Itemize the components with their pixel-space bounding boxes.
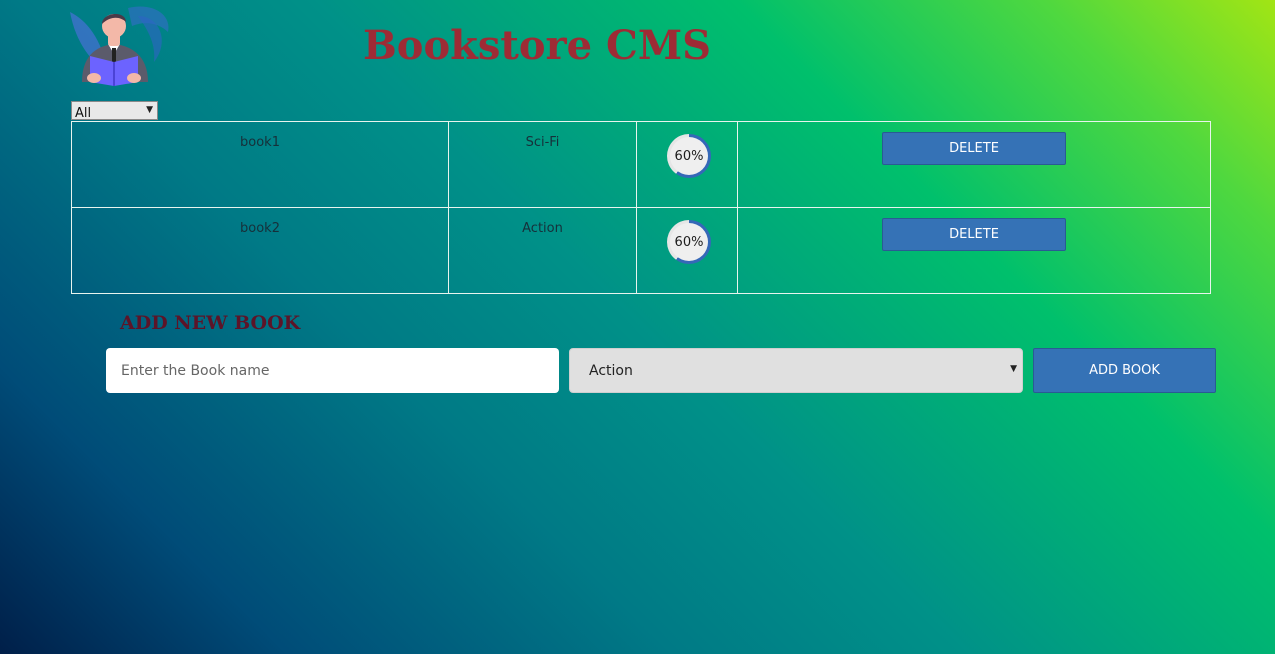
delete-button[interactable]: DELETE [882, 218, 1066, 251]
category-filter[interactable]: All ▼ [71, 101, 158, 122]
book-name: book1 [240, 135, 280, 150]
category-select-field[interactable]: Action [570, 349, 1022, 392]
book-category-cell: Action [448, 207, 637, 294]
delete-button[interactable]: DELETE [882, 132, 1066, 165]
book-progress-cell: 60% [636, 121, 738, 208]
add-book-heading: ADD NEW BOOK [120, 312, 301, 334]
category-filter-select[interactable]: All [72, 105, 157, 122]
progress-ring: 60% [667, 220, 711, 264]
progress-indicator: 60% [662, 132, 712, 180]
book-name-input[interactable] [106, 348, 559, 393]
book-category: Action [522, 221, 563, 236]
progress-label: 60% [670, 137, 708, 175]
progress-label: 60% [670, 223, 708, 261]
books-table: book1 Sci-Fi 60% DELETE book2 Action 60%… [71, 121, 1211, 294]
progress-indicator: 60% [662, 218, 712, 266]
book-action-cell: DELETE [737, 121, 1211, 208]
progress-ring: 60% [667, 134, 711, 178]
logo [68, 2, 172, 90]
book-name-cell: book1 [71, 121, 449, 208]
book-name-cell: book2 [71, 207, 449, 294]
book-name: book2 [240, 221, 280, 236]
book-action-cell: DELETE [737, 207, 1211, 294]
book-category-cell: Sci-Fi [448, 121, 637, 208]
table-row: book2 Action 60% DELETE [71, 207, 1211, 294]
book-category: Sci-Fi [525, 135, 560, 150]
add-book-button[interactable]: ADD BOOK [1033, 348, 1216, 393]
book-progress-cell: 60% [636, 207, 738, 294]
table-row: book1 Sci-Fi 60% DELETE [71, 121, 1211, 208]
category-select[interactable]: Action ▼ [569, 348, 1023, 393]
person-reading-book-icon [70, 6, 169, 86]
page-title: Bookstore CMS [363, 22, 712, 69]
